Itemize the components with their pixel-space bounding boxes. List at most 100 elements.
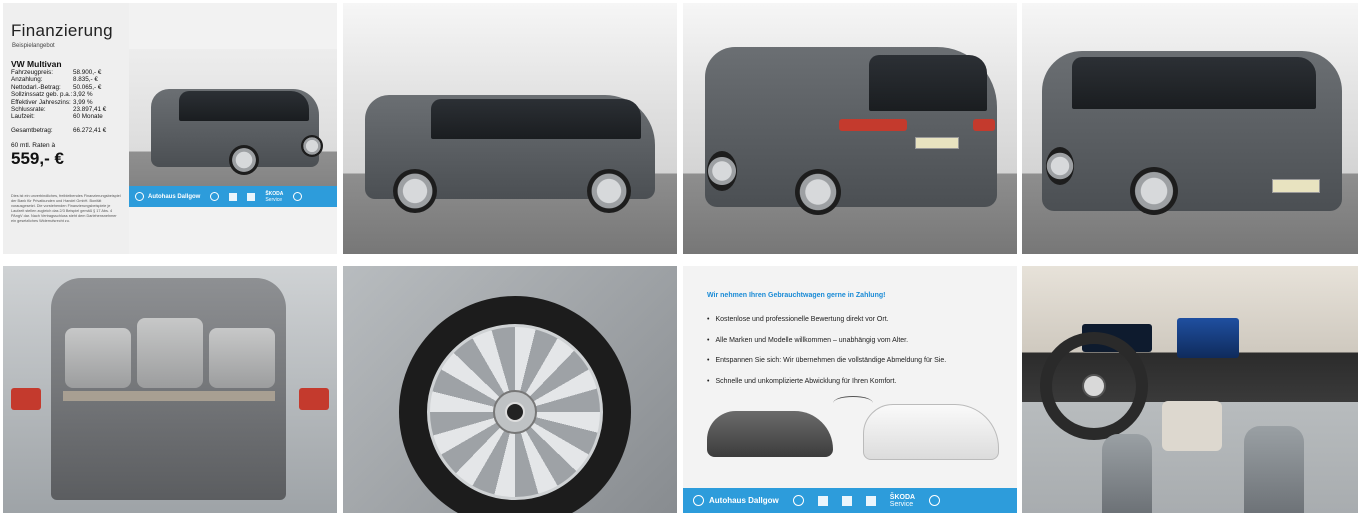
front-wheel [707,151,737,191]
skoda-sub: Service [889,500,914,508]
dealer-brand: Autohaus Dallgow [135,192,200,201]
vw-nutzfahrzeuge-logo-icon [229,192,238,201]
skoda-sub: Service [265,196,283,203]
dealer-brand: Autohaus Dallgow [693,495,779,506]
seat-logo-icon [841,495,852,506]
row-label: Anzahlung: [11,76,43,84]
row-label: Nettodarl.-Betrag: [11,83,61,91]
row-label: Schlussrate: [11,106,46,114]
finance-row: Nettodarl.-Betrag: 50.065,- € [11,84,121,91]
dealer-name: Autohaus Dallgow [709,496,779,505]
front-wheel [1130,167,1178,215]
dealer-bar: Autohaus Dallgow ŠKODA Service [129,186,337,207]
front-wheel [393,169,437,213]
new-car-image [863,404,999,460]
infotainment-screen [1177,318,1239,358]
seat [65,328,131,388]
driver-seat [1102,434,1152,513]
skoda-service-logo: ŠKODA Service [890,494,915,508]
list-item: Entspannen Sie sich: Wir übernehmen die … [707,351,946,372]
list-item: Schnelle und unkomplizierte Abwicklung f… [707,372,946,393]
vw-logo-icon [505,402,525,422]
finance-row: Sollzinssatz geb. p.a.: 3,92 % [11,91,121,98]
tail-light-left [839,119,907,131]
photo-trunk[interactable] [3,266,337,513]
seat [137,318,203,388]
tradein-tile[interactable]: Wir nehmen Ihren Gebrauchtwagen gerne in… [683,266,1017,513]
total-label: Gesamtbetrag: [11,126,53,134]
row-value: 3,92 % [73,91,93,99]
row-label: Sollzinssatz geb. p.a.: [11,91,73,99]
tail-light-right [299,388,329,410]
row-value: 3,99 % [73,98,93,106]
skoda-service-logo: ŠKODA Service [265,191,283,203]
rear-wheel [587,169,631,213]
vw-service-logo-icon [293,192,303,201]
row-label: Laufzeit: [11,113,35,121]
dealer-logo-icon [135,192,144,201]
tail-light-left [11,388,41,410]
multivan-thumbnail [129,49,337,207]
trunk-interior [51,278,286,500]
seat [209,328,275,388]
old-car-image [707,411,833,457]
rear-window [869,55,987,111]
vw-service-logo-icon [929,495,941,506]
vw-logo-icon [792,495,804,506]
row-value: 23.897,41 € [73,106,107,114]
dealer-name: Autohaus Dallgow [148,193,201,200]
finance-row: Effektiver Jahreszins: 3,99 % [11,99,121,106]
cargo-shelf [63,391,275,401]
row-value: 58.900,- € [73,69,102,76]
rear-wheel [301,135,323,157]
total-value: 66.272,41 € [73,126,107,134]
finance-subtitle: Beispielangebot [12,43,55,49]
cupra-logo-icon [865,495,876,506]
license-plate [915,137,959,149]
dealer-logo-icon [693,495,704,506]
rate-label: 60 mtl. Raten à [11,142,56,150]
photo-front-view[interactable] [1022,3,1358,254]
finance-model: VW Multivan [11,59,62,69]
finance-total-row: Gesamtbetrag: 66.272,41 € [11,127,121,134]
photo-rear-view[interactable] [683,3,1017,254]
arrow-icon [833,396,873,410]
photo-wheel[interactable] [343,266,677,513]
finance-row: Anzahlung: 8.835,- € [11,76,121,83]
tradein-list: Kostenlose und professionelle Bewertung … [707,310,946,392]
car-window [431,99,641,139]
vw-nutzfahrzeuge-logo-icon [817,495,828,506]
monthly-rate: 559,- € [11,149,64,169]
seat-logo-icon [247,192,256,201]
windshield [1072,57,1316,109]
row-label: Fahrzeugpreis: [11,69,53,76]
finance-offer-tile[interactable]: Finanzierung Beispielangebot VW Multivan… [3,3,337,254]
photo-interior[interactable] [1022,266,1358,513]
row-label: Effektiver Jahreszins: [11,98,71,106]
dealer-bar: Autohaus Dallgow ŠKODA Service [683,488,1017,513]
row-value: 50.065,- € [73,83,102,91]
passenger-seat [1244,426,1304,513]
finance-row: Fahrzeugpreis: 58.900,- € [11,69,121,76]
finance-row: Schlussrate: 23.897,41 € [11,106,121,113]
center-console [1162,401,1222,451]
rear-wheel [795,169,841,215]
finance-title: Finanzierung [11,21,113,40]
tail-light-right [973,119,995,131]
rear-wheel [1046,147,1074,185]
tradein-heading: Wir nehmen Ihren Gebrauchtwagen gerne in… [707,292,886,299]
finance-disclaimer: Dies ist ein unverbindliches, freibleibe… [11,194,121,224]
skoda-label: ŠKODA [889,493,916,501]
row-value: 8.835,- € [73,76,98,84]
license-plate [1272,179,1320,193]
finance-rows: Fahrzeugpreis: 58.900,- € Anzahlung: 8.835… [11,69,121,134]
front-wheel [229,145,259,175]
vw-logo-icon [210,192,220,201]
row-value: 60 Monate [73,113,103,121]
vw-logo-icon [1082,374,1106,398]
car-window [179,91,309,121]
photo-side-view[interactable] [343,3,677,254]
finance-row: Laufzeit: 60 Monate [11,113,121,120]
list-item: Alle Marken und Modelle willkommen – una… [707,331,946,352]
list-item: Kostenlose und professionelle Bewertung … [707,310,946,331]
